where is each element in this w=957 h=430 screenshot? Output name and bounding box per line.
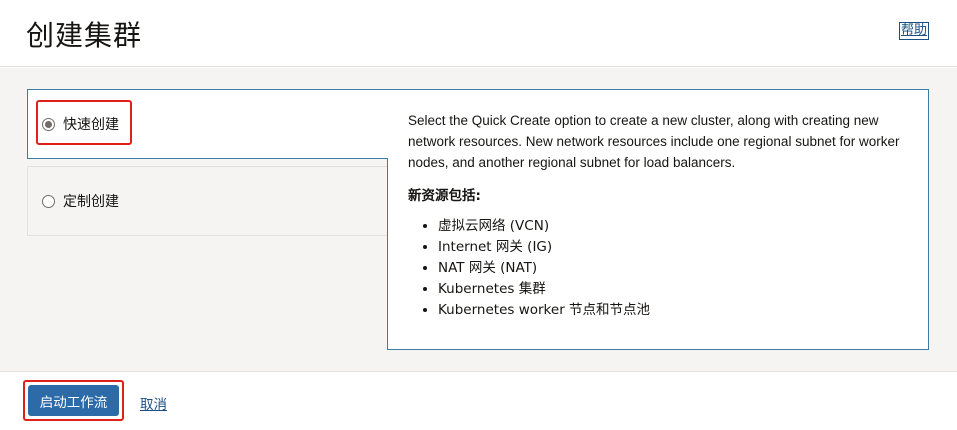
list-item: 虚拟云网络 (VCN) — [438, 216, 908, 237]
option-custom-create[interactable]: 定制创建 — [27, 166, 388, 236]
list-item: NAT 网关 (NAT) — [438, 258, 908, 279]
panel-description: Select the Quick Create option to create… — [408, 113, 900, 170]
page-title: 创建集群 — [26, 19, 143, 52]
panel-subtitle: 新资源包括: — [408, 188, 481, 204]
page-header: 创建集群 帮助 — [0, 0, 957, 67]
option-label: 定制创建 — [63, 194, 119, 210]
radio-custom-create[interactable] — [42, 194, 55, 208]
cancel-link[interactable]: 取消 — [140, 393, 167, 413]
option-label: 快速创建 — [63, 117, 119, 133]
option-quick-create[interactable]: 快速创建 — [27, 89, 388, 159]
option-description-panel: Select the Quick Create option to create… — [387, 89, 929, 350]
list-item: Internet 网关 (IG) — [438, 237, 908, 258]
list-item: Kubernetes worker 节点和节点池 — [438, 300, 908, 321]
help-link[interactable]: 帮助 — [899, 22, 930, 40]
resource-list: 虚拟云网络 (VCN) Internet 网关 (IG) NAT 网关 (NAT… — [408, 216, 908, 321]
start-workflow-button[interactable]: 启动工作流 — [28, 385, 119, 416]
list-item: Kubernetes 集群 — [438, 279, 908, 300]
panel-connector — [387, 90, 389, 158]
radio-quick-create[interactable] — [42, 117, 55, 131]
